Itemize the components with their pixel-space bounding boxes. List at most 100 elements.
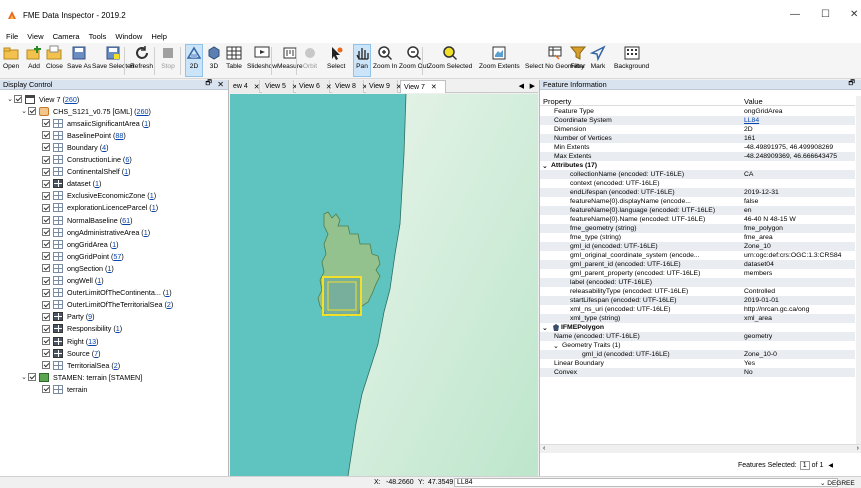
feature-count-link[interactable]: 13	[88, 337, 96, 346]
feature-property-row[interactable]: releasabilityType (encoded: UTF-16LE) Con…	[540, 287, 855, 296]
visibility-checkbox[interactable]	[42, 288, 50, 297]
close-tab-icon[interactable]: ✕	[431, 83, 437, 91]
feature-property-row[interactable]: Coordinate System LL84	[540, 116, 855, 125]
expand-chevron-icon[interactable]: ⌄	[553, 342, 559, 350]
feature-property-row[interactable]: endLifespan (encoded: UTF-16LE) 2019-12-3…	[540, 188, 855, 197]
visibility-checkbox[interactable]	[42, 252, 50, 261]
minimize-button[interactable]: —	[790, 10, 800, 20]
crs-selector[interactable]: LL84	[454, 478, 838, 487]
maximize-button[interactable]: ☐	[821, 10, 830, 20]
vertical-scrollbar[interactable]	[856, 96, 861, 444]
open-folder-button[interactable]: Open	[3, 45, 19, 71]
prev-feature-icon[interactable]: ◀	[828, 462, 833, 469]
close-tab-icon[interactable]: ✕	[326, 83, 332, 91]
tree-item[interactable]: ConstructionLine ( 6 )	[34, 154, 132, 166]
refresh-button[interactable]: Refresh	[130, 45, 153, 71]
feature-property-row[interactable]: ⌄ Attributes (17)	[540, 161, 855, 170]
visibility-checkbox[interactable]	[42, 167, 50, 176]
menu-tools[interactable]: Tools	[89, 32, 107, 41]
zoom-extents-button[interactable]: Zoom Extents	[479, 45, 520, 71]
float-panel-icon[interactable]: 🗗	[205, 79, 212, 90]
menu-view[interactable]: View	[27, 32, 43, 41]
tree-item[interactable]: ongSection ( 1 )	[34, 262, 114, 274]
feature-property-row[interactable]: label (encoded: UTF-16LE)	[540, 278, 855, 287]
view-tab[interactable]: View 7 ✕	[400, 80, 446, 93]
tree-item[interactable]: BaselinePoint ( 88 )	[34, 129, 126, 141]
feature-property-row[interactable]: ⌄ IFMEPolygon	[540, 323, 855, 332]
feature-property-row[interactable]: xml_ns_uri (encoded: UTF-16LE) http://nrc…	[540, 305, 855, 314]
feature-count-link[interactable]: 61	[122, 216, 130, 225]
pan-button[interactable]: Pan	[353, 44, 371, 77]
feature-count-link[interactable]: 88	[115, 131, 123, 140]
feature-property-row[interactable]: featureName{0}.Name (encoded: UTF-16LE) 4…	[540, 215, 855, 224]
measure-button[interactable]: Measure	[277, 45, 303, 71]
tree-item[interactable]: ongGridArea ( 1 )	[34, 238, 119, 250]
3d-button[interactable]: 3D	[206, 45, 222, 71]
visibility-checkbox[interactable]	[28, 373, 36, 382]
feature-property-row[interactable]: Feature Type ongGridArea	[540, 107, 855, 116]
feature-count-link[interactable]: 57	[113, 252, 121, 261]
tree-item[interactable]: ContinentalShelf ( 1 )	[34, 166, 131, 178]
tree-item[interactable]: ongAdministrativeArea ( 1 )	[34, 226, 150, 238]
visibility-checkbox[interactable]	[42, 216, 50, 224]
feature-property-row[interactable]: gml_id (encoded: UTF-16LE) Zone_10-0	[540, 350, 855, 359]
visibility-checkbox[interactable]	[42, 349, 50, 358]
feature-property-row[interactable]: gml_parent_property (encoded: UTF-16LE) m…	[540, 269, 855, 278]
view-tab[interactable]: View 5 ✕	[262, 80, 298, 93]
tree-item[interactable]: Responsibility ( 1 )	[34, 323, 122, 335]
tree-item[interactable]: Source ( 7 )	[34, 347, 101, 359]
visibility-checkbox[interactable]	[42, 131, 50, 140]
visibility-checkbox[interactable]	[42, 337, 50, 345]
tree-item[interactable]: TerritorialSea ( 2 )	[34, 359, 120, 371]
filter-button[interactable]: Filter	[569, 45, 587, 71]
property-value[interactable]: LL84	[744, 117, 854, 124]
close-tab-icon[interactable]: ✕	[254, 83, 260, 91]
tab-scroll-right-icon[interactable]: ▶	[530, 82, 535, 90]
menu-file[interactable]: File	[6, 32, 18, 41]
tree-item[interactable]: OuterLimitOfTheTerritorialSea ( 2 )	[34, 299, 173, 311]
feature-property-row[interactable]: featureName{0}.displayName (encode... fal…	[540, 197, 855, 206]
tab-scroll-left-icon[interactable]: ◀	[519, 82, 524, 90]
map-view[interactable]	[230, 94, 538, 476]
visibility-checkbox[interactable]	[42, 143, 50, 152]
expand-chevron-icon[interactable]: ⌄	[20, 373, 28, 381]
zoom-selected-button[interactable]: Zoom Selected	[428, 45, 472, 71]
visibility-checkbox[interactable]	[42, 385, 50, 394]
slideshow-button[interactable]: Slideshow	[247, 45, 277, 71]
expand-chevron-icon[interactable]: ⌄	[6, 95, 14, 103]
2d-button[interactable]: 2D	[185, 44, 203, 77]
tree-item[interactable]: Right ( 13 )	[34, 335, 99, 347]
tree-item[interactable]: ongWell ( 1 )	[34, 275, 104, 287]
feature-property-row[interactable]: fme_type (string) fme_area	[540, 233, 855, 242]
feature-property-row[interactable]: gml_id (encoded: UTF-16LE) Zone_10	[540, 242, 855, 251]
visibility-checkbox[interactable]	[42, 203, 50, 212]
close-panel-icon[interactable]: ✕	[217, 80, 224, 89]
visibility-checkbox[interactable]	[42, 240, 50, 249]
feature-property-row[interactable]: Number of Vertices 161	[540, 134, 855, 143]
expand-chevron-icon[interactable]: ⌄	[20, 107, 28, 115]
tree-item[interactable]: OuterLimitOfTheContinenta... ( 1 )	[34, 287, 172, 299]
scroll-left-icon[interactable]: ‹	[543, 445, 545, 452]
float-feature-panel-icon[interactable]: 🗗	[848, 79, 855, 90]
tree-item[interactable]: ExclusiveEconomicZone ( 1 )	[34, 190, 156, 202]
visibility-checkbox[interactable]	[42, 312, 50, 321]
visibility-checkbox[interactable]	[42, 276, 50, 285]
visibility-checkbox[interactable]	[42, 264, 50, 273]
zoom-in-button[interactable]: Zoom In	[373, 45, 397, 71]
column-property[interactable]: Property	[543, 97, 571, 106]
feature-property-row[interactable]: Convex No	[540, 368, 855, 377]
visibility-checkbox[interactable]	[28, 107, 36, 116]
selected-feature-index-input[interactable]: 1	[799, 461, 810, 470]
tree-item[interactable]: NormalBaseline ( 61 )	[34, 214, 133, 226]
tree-item[interactable]: ⌄ STAMEN: terrain [STAMEN]	[20, 371, 142, 383]
tree-item[interactable]: explorationLicenceParcel ( 1 )	[34, 202, 158, 214]
tree-item[interactable]: ongGridPoint ( 57 )	[34, 250, 124, 262]
feature-property-row[interactable]: Max Extents -48.248909369, 46.666643475	[540, 152, 855, 161]
visibility-checkbox[interactable]	[42, 179, 50, 188]
select-button[interactable]: Select	[327, 45, 345, 71]
feature-property-row[interactable]: startLifespan (encoded: UTF-16LE) 2019-01…	[540, 296, 855, 305]
visibility-checkbox[interactable]	[42, 228, 50, 237]
feature-property-row[interactable]: featureName{0}.language (encoded: UTF-16…	[540, 206, 855, 215]
view-tab[interactable]: View 8 ✕	[332, 80, 368, 93]
mark-button[interactable]: Mark	[589, 45, 606, 71]
